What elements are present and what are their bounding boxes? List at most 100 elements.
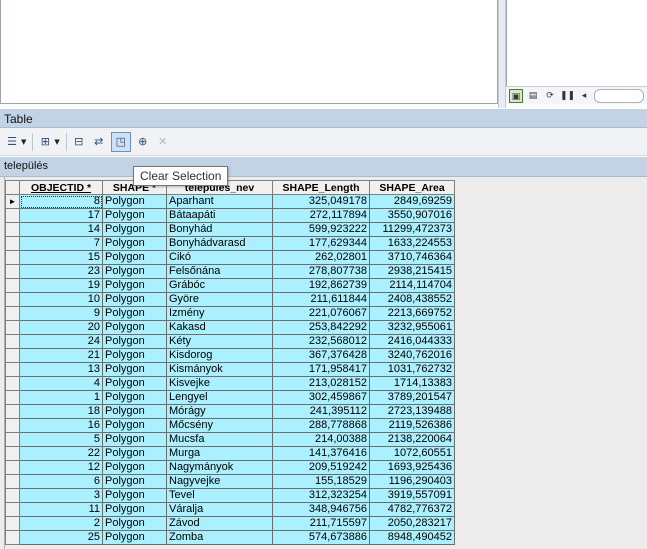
cell-objectid[interactable]: 15 — [19, 250, 103, 265]
cell-telepules-nev[interactable]: Bonyhádvarasd — [166, 236, 273, 251]
cell-shape-area[interactable]: 1693,925436 — [369, 460, 455, 475]
cell-shape[interactable]: Polygon — [102, 250, 167, 265]
delete-selected-button[interactable]: ✕ — [155, 132, 171, 152]
cell-telepules-nev[interactable]: Kéty — [166, 334, 273, 349]
cell-telepules-nev[interactable]: Murga — [166, 446, 273, 461]
cell-shape-length[interactable]: 221,076067 — [272, 306, 370, 321]
cell-telepules-nev[interactable]: Nagymányok — [166, 460, 273, 475]
cell-shape-area[interactable]: 2213,669752 — [369, 306, 455, 321]
cell-shape[interactable]: Polygon — [102, 222, 167, 237]
data-view-icon[interactable]: ▤ — [526, 89, 540, 103]
cell-objectid[interactable]: 14 — [19, 222, 103, 237]
cell-telepules-nev[interactable]: Váralja — [166, 502, 273, 517]
cell-shape-area[interactable]: 2114,114704 — [369, 278, 455, 293]
table-row[interactable]: 21 Polygon Kisdorog 367,376428 3240,762016 — [5, 348, 455, 363]
table-row[interactable]: 17 Polygon Bátaapáti 272,117894 3550,907016 — [5, 208, 455, 223]
cell-shape[interactable]: Polygon — [102, 488, 167, 503]
table-row[interactable]: 20 Polygon Kakasd 253,842292 3232,955061 — [5, 320, 455, 335]
cell-shape-length[interactable]: 232,568012 — [272, 334, 370, 349]
cell-shape[interactable]: Polygon — [102, 390, 167, 405]
cell-objectid[interactable]: 10 — [19, 292, 103, 307]
cell-shape-length[interactable]: 253,842292 — [272, 320, 370, 335]
cell-shape[interactable]: Polygon — [102, 278, 167, 293]
pause-icon[interactable]: ❚❚ — [560, 89, 575, 103]
cell-shape-area[interactable]: 3232,955061 — [369, 320, 455, 335]
cell-shape[interactable]: Polygon — [102, 264, 167, 279]
cell-shape-area[interactable]: 2938,215415 — [369, 264, 455, 279]
row-selector[interactable] — [5, 292, 20, 307]
row-selector[interactable] — [5, 502, 20, 517]
cell-shape-area[interactable]: 3919,557091 — [369, 488, 455, 503]
cell-shape-length[interactable]: 241,395112 — [272, 404, 370, 419]
cell-objectid[interactable]: 18 — [19, 404, 103, 419]
cell-shape-length[interactable]: 348,946756 — [272, 502, 370, 517]
table-row[interactable]: 16 Polygon Mőcsény 288,778868 2119,526386 — [5, 418, 455, 433]
cell-telepules-nev[interactable]: Györe — [166, 292, 273, 307]
cell-telepules-nev[interactable]: Bátaapáti — [166, 208, 273, 223]
cell-objectid[interactable]: 2 — [19, 516, 103, 531]
column-header-objectid[interactable]: OBJECTID * — [19, 180, 103, 195]
row-selector[interactable] — [5, 208, 20, 223]
column-header-shape-length[interactable]: SHAPE_Length — [272, 180, 370, 195]
cell-shape[interactable]: Polygon — [102, 236, 167, 251]
cell-shape[interactable]: Polygon — [102, 320, 167, 335]
cell-shape-area[interactable]: 2119,526386 — [369, 418, 455, 433]
row-selector[interactable] — [5, 432, 20, 447]
cell-telepules-nev[interactable]: Izmény — [166, 306, 273, 321]
cell-shape-length[interactable]: 288,778868 — [272, 418, 370, 433]
cell-shape-area[interactable]: 1031,762732 — [369, 362, 455, 377]
table-row[interactable]: 6 Polygon Nagyvejke 155,18529 1196,290403 — [5, 474, 455, 489]
cell-objectid[interactable]: 8 — [19, 194, 103, 209]
row-selector[interactable] — [5, 516, 20, 531]
row-selector[interactable] — [5, 390, 20, 405]
cell-telepules-nev[interactable]: Grábóc — [166, 278, 273, 293]
cell-objectid[interactable]: 20 — [19, 320, 103, 335]
cell-shape-area[interactable]: 1072,60551 — [369, 446, 455, 461]
table-row[interactable]: 2 Polygon Závod 211,715597 2050,283217 — [5, 516, 455, 531]
cell-shape[interactable]: Polygon — [102, 208, 167, 223]
table-row[interactable]: 10 Polygon Györe 211,611844 2408,438552 — [5, 292, 455, 307]
cell-telepules-nev[interactable]: Felsőnána — [166, 264, 273, 279]
table-row[interactable]: 3 Polygon Tevel 312,323254 3919,557091 — [5, 488, 455, 503]
cell-shape-length[interactable]: 599,923222 — [272, 222, 370, 237]
row-selector[interactable] — [5, 404, 20, 419]
table-row[interactable]: 18 Polygon Mórágy 241,395112 2723,139488 — [5, 404, 455, 419]
row-selector[interactable]: ► — [5, 194, 20, 209]
cell-objectid[interactable]: 12 — [19, 460, 103, 475]
cell-shape-area[interactable]: 1714,13383 — [369, 376, 455, 391]
row-selector[interactable] — [5, 334, 20, 349]
row-selector[interactable] — [5, 222, 20, 237]
clear-selection-button[interactable]: ◳ — [110, 131, 131, 152]
table-tab-label[interactable]: település — [4, 160, 48, 172]
cell-shape-length[interactable]: 171,958417 — [272, 362, 370, 377]
row-selector[interactable] — [5, 348, 20, 363]
cell-telepules-nev[interactable]: Kisvejke — [166, 376, 273, 391]
cell-objectid[interactable]: 22 — [19, 446, 103, 461]
cell-telepules-nev[interactable]: Tevel — [166, 488, 273, 503]
row-selector[interactable] — [5, 264, 20, 279]
cell-telepules-nev[interactable]: Nagyvejke — [166, 474, 273, 489]
row-selector[interactable] — [5, 278, 20, 293]
table-row[interactable]: 24 Polygon Kéty 232,568012 2416,044333 — [5, 334, 455, 349]
cell-shape[interactable]: Polygon — [102, 446, 167, 461]
table-row[interactable]: ► 8 Polygon Aparhant 325,049178 2849,69259 — [5, 194, 455, 209]
zoom-to-selected-button[interactable]: ⊕ — [135, 132, 151, 152]
row-selector[interactable] — [5, 362, 20, 377]
cell-shape-area[interactable]: 1633,224553 — [369, 236, 455, 251]
related-tables-button[interactable]: ⊞ ▼ — [37, 132, 60, 152]
cell-telepules-nev[interactable]: Kisdorog — [166, 348, 273, 363]
table-row[interactable]: 11 Polygon Váralja 348,946756 4782,776372 — [5, 502, 455, 517]
row-selector[interactable] — [5, 250, 20, 265]
row-selector[interactable] — [5, 446, 20, 461]
cell-shape-area[interactable]: 2050,283217 — [369, 516, 455, 531]
cell-objectid[interactable]: 25 — [19, 530, 103, 545]
cell-telepules-nev[interactable]: Aparhant — [166, 194, 273, 209]
horizontal-scrollbar[interactable] — [594, 88, 644, 103]
cell-shape[interactable]: Polygon — [102, 404, 167, 419]
cell-shape-length[interactable]: 209,519242 — [272, 460, 370, 475]
cell-shape-area[interactable]: 4782,776372 — [369, 502, 455, 517]
map-canvas[interactable] — [0, 0, 498, 104]
cell-shape[interactable]: Polygon — [102, 362, 167, 377]
switch-selection-button[interactable]: ⇄ — [91, 132, 107, 152]
cell-shape-area[interactable]: 3789,201547 — [369, 390, 455, 405]
